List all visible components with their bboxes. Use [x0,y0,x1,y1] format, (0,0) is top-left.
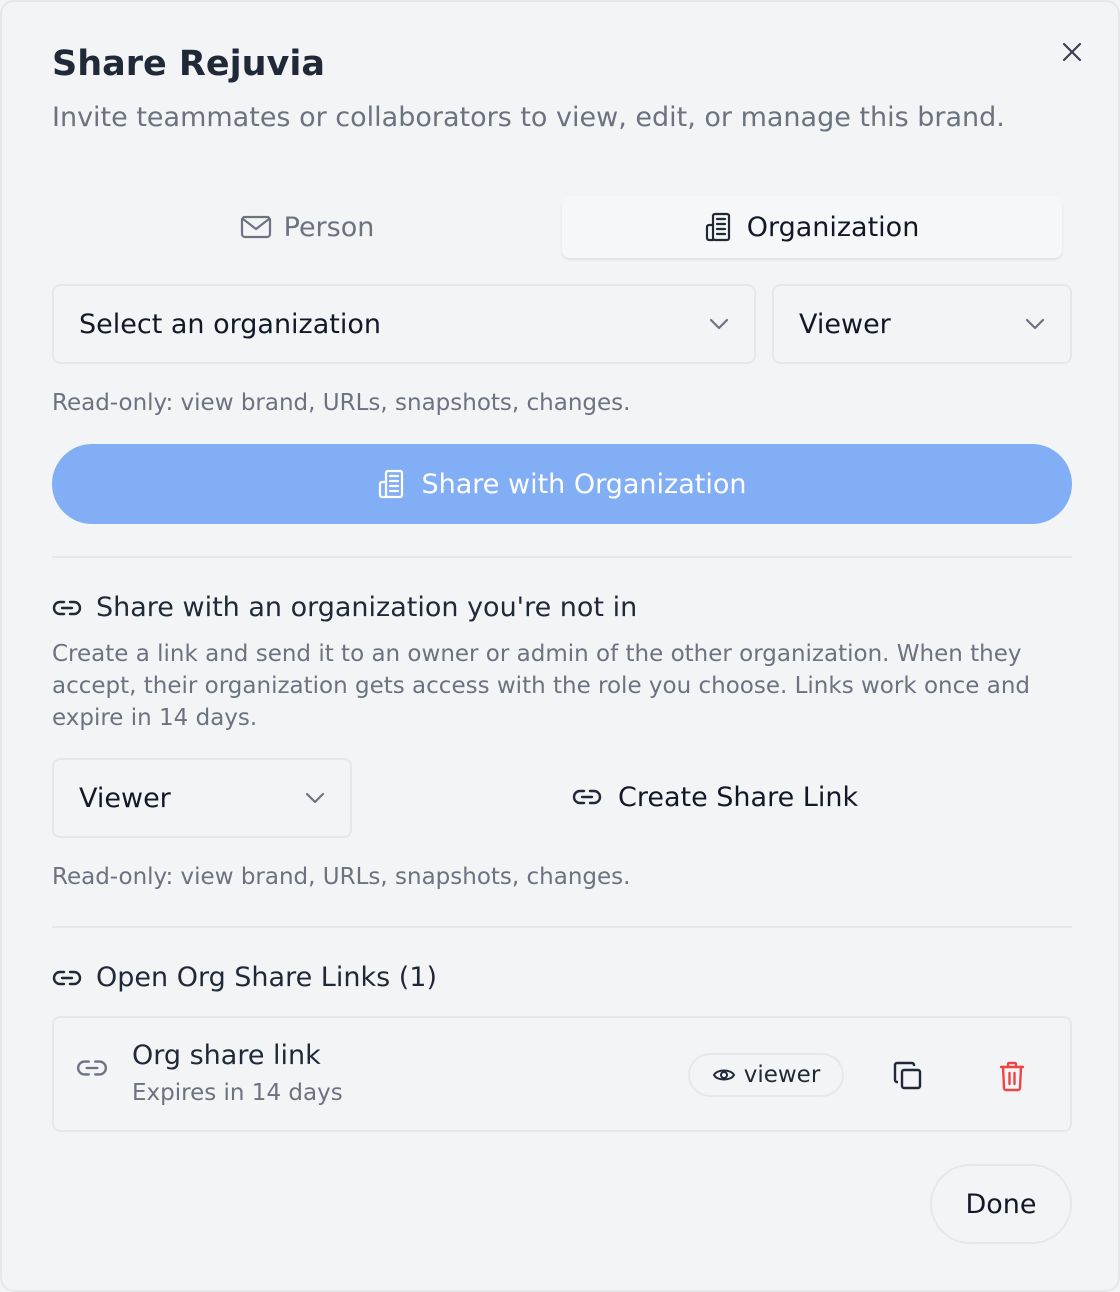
building-icon [705,212,730,242]
mail-icon [240,215,271,239]
close-button[interactable] [1054,34,1090,70]
open-links-heading-text: Open Org Share Links (1) [96,962,437,993]
delete-link-button[interactable] [992,1056,1032,1096]
role-hint: Read-only: view brand, URLs, snapshots, … [52,390,631,416]
share-with-organization-label: Share with Organization [421,468,747,500]
tab-person[interactable]: Person [52,196,562,258]
link-icon [52,600,82,615]
divider [52,926,1072,928]
tab-person-label: Person [283,211,375,243]
create-share-link-label: Create Share Link [618,781,859,813]
role-badge-label: viewer [743,1062,821,1088]
dialog-subtitle: Invite teammates or collaborators to vie… [52,102,1005,133]
open-links-heading: Open Org Share Links (1) [52,962,437,993]
external-share-description: Create a link and send it to an owner or… [52,641,1030,731]
share-dialog: Share Rejuvia Invite teammates or collab… [0,0,1120,1292]
chevron-down-icon [1025,318,1045,330]
link-icon [52,970,82,985]
share-with-organization-button[interactable]: Share with Organization [52,444,1072,524]
divider [52,556,1072,558]
eye-icon [712,1069,735,1081]
link-icon [76,1060,108,1076]
organization-select[interactable]: Select an organization [52,284,756,364]
tab-organization-label: Organization [746,211,920,243]
role-select-value: Viewer [799,308,891,340]
external-share-heading-text: Share with an organization you're not in [96,592,638,623]
share-link-title: Org share link [132,1040,321,1071]
link-role-select[interactable]: Viewer [52,758,352,838]
role-badge: viewer [688,1053,844,1097]
link-icon [572,789,602,805]
building-icon [378,469,403,499]
list-item: Org share link Expires in 14 days viewer [52,1016,1072,1132]
chevron-down-icon [305,792,325,804]
role-select[interactable]: Viewer [772,284,1072,364]
link-role-hint: Read-only: view brand, URLs, snapshots, … [52,864,631,890]
done-button[interactable]: Done [930,1164,1072,1244]
close-icon [1062,42,1082,62]
copy-icon [893,1061,922,1090]
link-role-select-value: Viewer [79,782,171,814]
create-share-link-button[interactable]: Create Share Link [572,772,858,822]
trash-icon [999,1061,1025,1092]
copy-link-button[interactable] [888,1056,928,1096]
dialog-title: Share Rejuvia [52,44,325,84]
share-link-expiry: Expires in 14 days [132,1080,343,1106]
organization-select-value: Select an organization [79,308,381,340]
external-share-heading: Share with an organization you're not in [52,592,637,623]
link-icon-wrapper [76,1058,108,1078]
tab-organization[interactable]: Organization [562,196,1062,258]
chevron-down-icon [709,318,729,330]
